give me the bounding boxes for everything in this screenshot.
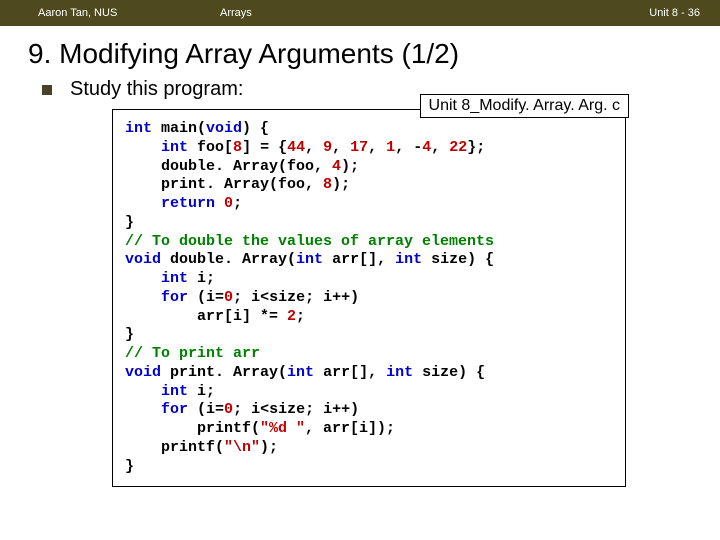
page-number: Unit 8 - 36	[649, 7, 710, 19]
filename-tag: Unit 8_Modify. Array. Arg. c	[420, 94, 629, 118]
slide-header: Aaron Tan, NUS Arrays Unit 8 - 36	[0, 0, 720, 26]
code-box: Unit 8_Modify. Array. Arg. c int main(vo…	[112, 109, 626, 487]
author-label: Aaron Tan, NUS	[38, 7, 117, 19]
bullet-text: Study this program:	[70, 78, 243, 101]
square-bullet-icon	[42, 85, 52, 95]
code-listing: int main(void) { int foo[8] = {44, 9, 17…	[125, 120, 615, 476]
chapter-label: Arrays	[220, 7, 252, 19]
slide-title: 9. Modifying Array Arguments (1/2)	[28, 38, 720, 70]
